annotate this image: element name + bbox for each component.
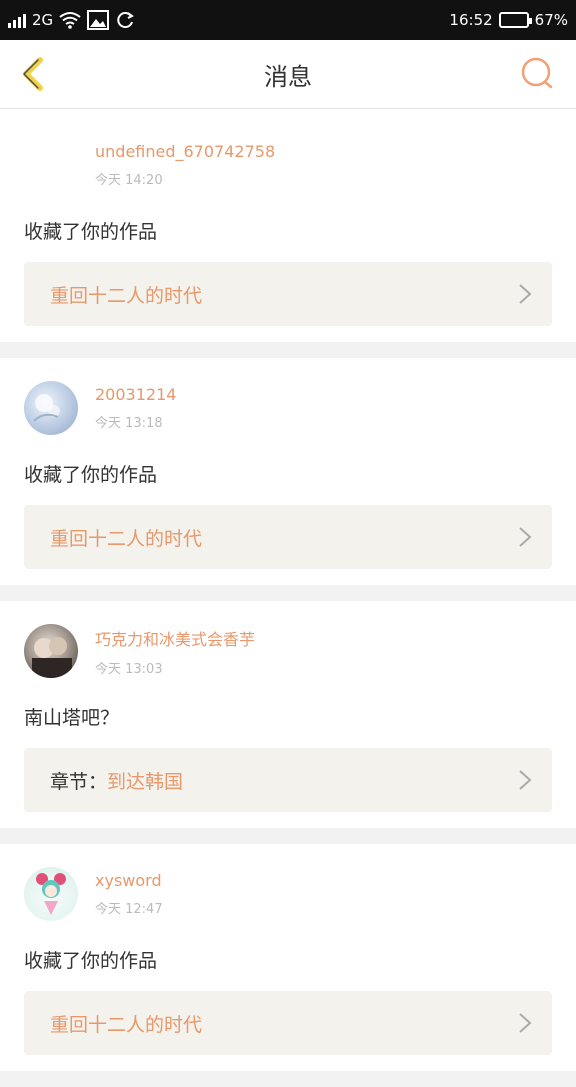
avatar[interactable] bbox=[24, 867, 78, 921]
signal-icon bbox=[8, 12, 26, 28]
timestamp: 今天 13:03 bbox=[95, 661, 163, 677]
sync-icon bbox=[117, 12, 135, 29]
message-card: undefined_670742758 今天 14:20 收藏了你的作品 重回十… bbox=[0, 109, 576, 342]
user-meta: undefined_670742758 今天 14:20 bbox=[95, 142, 275, 188]
work-link[interactable]: 重回十二人的时代 bbox=[24, 505, 552, 569]
message-card: 巧克力和冰美式会香芋 今天 13:03 南山塔吧？ 章节：到达韩国 bbox=[0, 601, 576, 828]
chapter-title: 章节：到达韩国 bbox=[50, 767, 183, 794]
username[interactable]: undefined_670742758 bbox=[95, 142, 275, 161]
battery-percent: 67% bbox=[534, 11, 568, 29]
user-meta: 巧克力和冰美式会香芋 今天 13:03 bbox=[95, 626, 255, 677]
user-meta: xysword 今天 12:47 bbox=[95, 871, 163, 917]
avatar[interactable] bbox=[24, 381, 78, 435]
timestamp: 今天 12:47 bbox=[95, 902, 163, 917]
chevron-right-icon bbox=[519, 770, 532, 790]
chevron-right-icon bbox=[519, 1013, 532, 1033]
work-title: 重回十二人的时代 bbox=[50, 1010, 202, 1037]
chevron-right-icon bbox=[519, 527, 532, 547]
work-title: 重回十二人的时代 bbox=[50, 524, 202, 551]
work-title: 重回十二人的时代 bbox=[50, 281, 202, 308]
work-link[interactable]: 重回十二人的时代 bbox=[24, 991, 552, 1055]
page-title: 消息 bbox=[264, 62, 312, 91]
clock: 16:52 bbox=[449, 11, 493, 29]
user-meta: 20031214 今天 13:18 bbox=[95, 385, 176, 431]
chevron-right-icon bbox=[519, 284, 532, 304]
message-card: xysword 今天 12:47 收藏了你的作品 重回十二人的时代 bbox=[0, 844, 576, 1071]
status-left: 2G bbox=[8, 10, 135, 30]
wifi-icon bbox=[59, 12, 81, 29]
header: 消息 bbox=[0, 40, 576, 109]
message-text: 收藏了你的作品 bbox=[24, 221, 158, 243]
chapter-link[interactable]: 章节：到达韩国 bbox=[24, 748, 552, 812]
username[interactable]: xysword bbox=[95, 871, 163, 890]
back-button[interactable] bbox=[14, 54, 54, 94]
user-row: 20031214 今天 13:18 bbox=[24, 380, 552, 436]
user-row: undefined_670742758 今天 14:20 bbox=[24, 137, 552, 193]
message-text: 收藏了你的作品 bbox=[24, 950, 158, 972]
target-prefix: 章节： bbox=[50, 770, 108, 793]
user-row: xysword 今天 12:47 bbox=[24, 866, 552, 922]
work-link[interactable]: 重回十二人的时代 bbox=[24, 262, 552, 326]
status-bar: 2G 16:52 67% bbox=[0, 0, 576, 40]
message-list: undefined_670742758 今天 14:20 收藏了你的作品 重回十… bbox=[0, 109, 576, 1087]
image-icon bbox=[87, 10, 110, 30]
target-name: 到达韩国 bbox=[107, 770, 184, 793]
status-right: 16:52 67% bbox=[449, 11, 568, 29]
network-type: 2G bbox=[32, 11, 54, 29]
battery-icon bbox=[498, 12, 532, 28]
search-button[interactable] bbox=[520, 56, 556, 92]
username[interactable]: 巧克力和冰美式会香芋 bbox=[95, 626, 255, 650]
avatar[interactable] bbox=[24, 624, 78, 678]
username[interactable]: 20031214 bbox=[95, 385, 176, 404]
user-row: 巧克力和冰美式会香芋 今天 13:03 bbox=[24, 623, 552, 679]
timestamp: 今天 14:20 bbox=[95, 173, 163, 188]
avatar[interactable] bbox=[24, 138, 78, 192]
target-name: 重回十二人的时代 bbox=[50, 527, 203, 550]
message-text: 收藏了你的作品 bbox=[24, 464, 158, 486]
timestamp: 今天 13:18 bbox=[95, 416, 163, 431]
message-text: 南山塔吧？ bbox=[24, 707, 120, 729]
target-name: 重回十二人的时代 bbox=[50, 1013, 203, 1036]
target-name: 重回十二人的时代 bbox=[50, 284, 203, 307]
message-card: 20031214 今天 13:18 收藏了你的作品 重回十二人的时代 bbox=[0, 358, 576, 585]
